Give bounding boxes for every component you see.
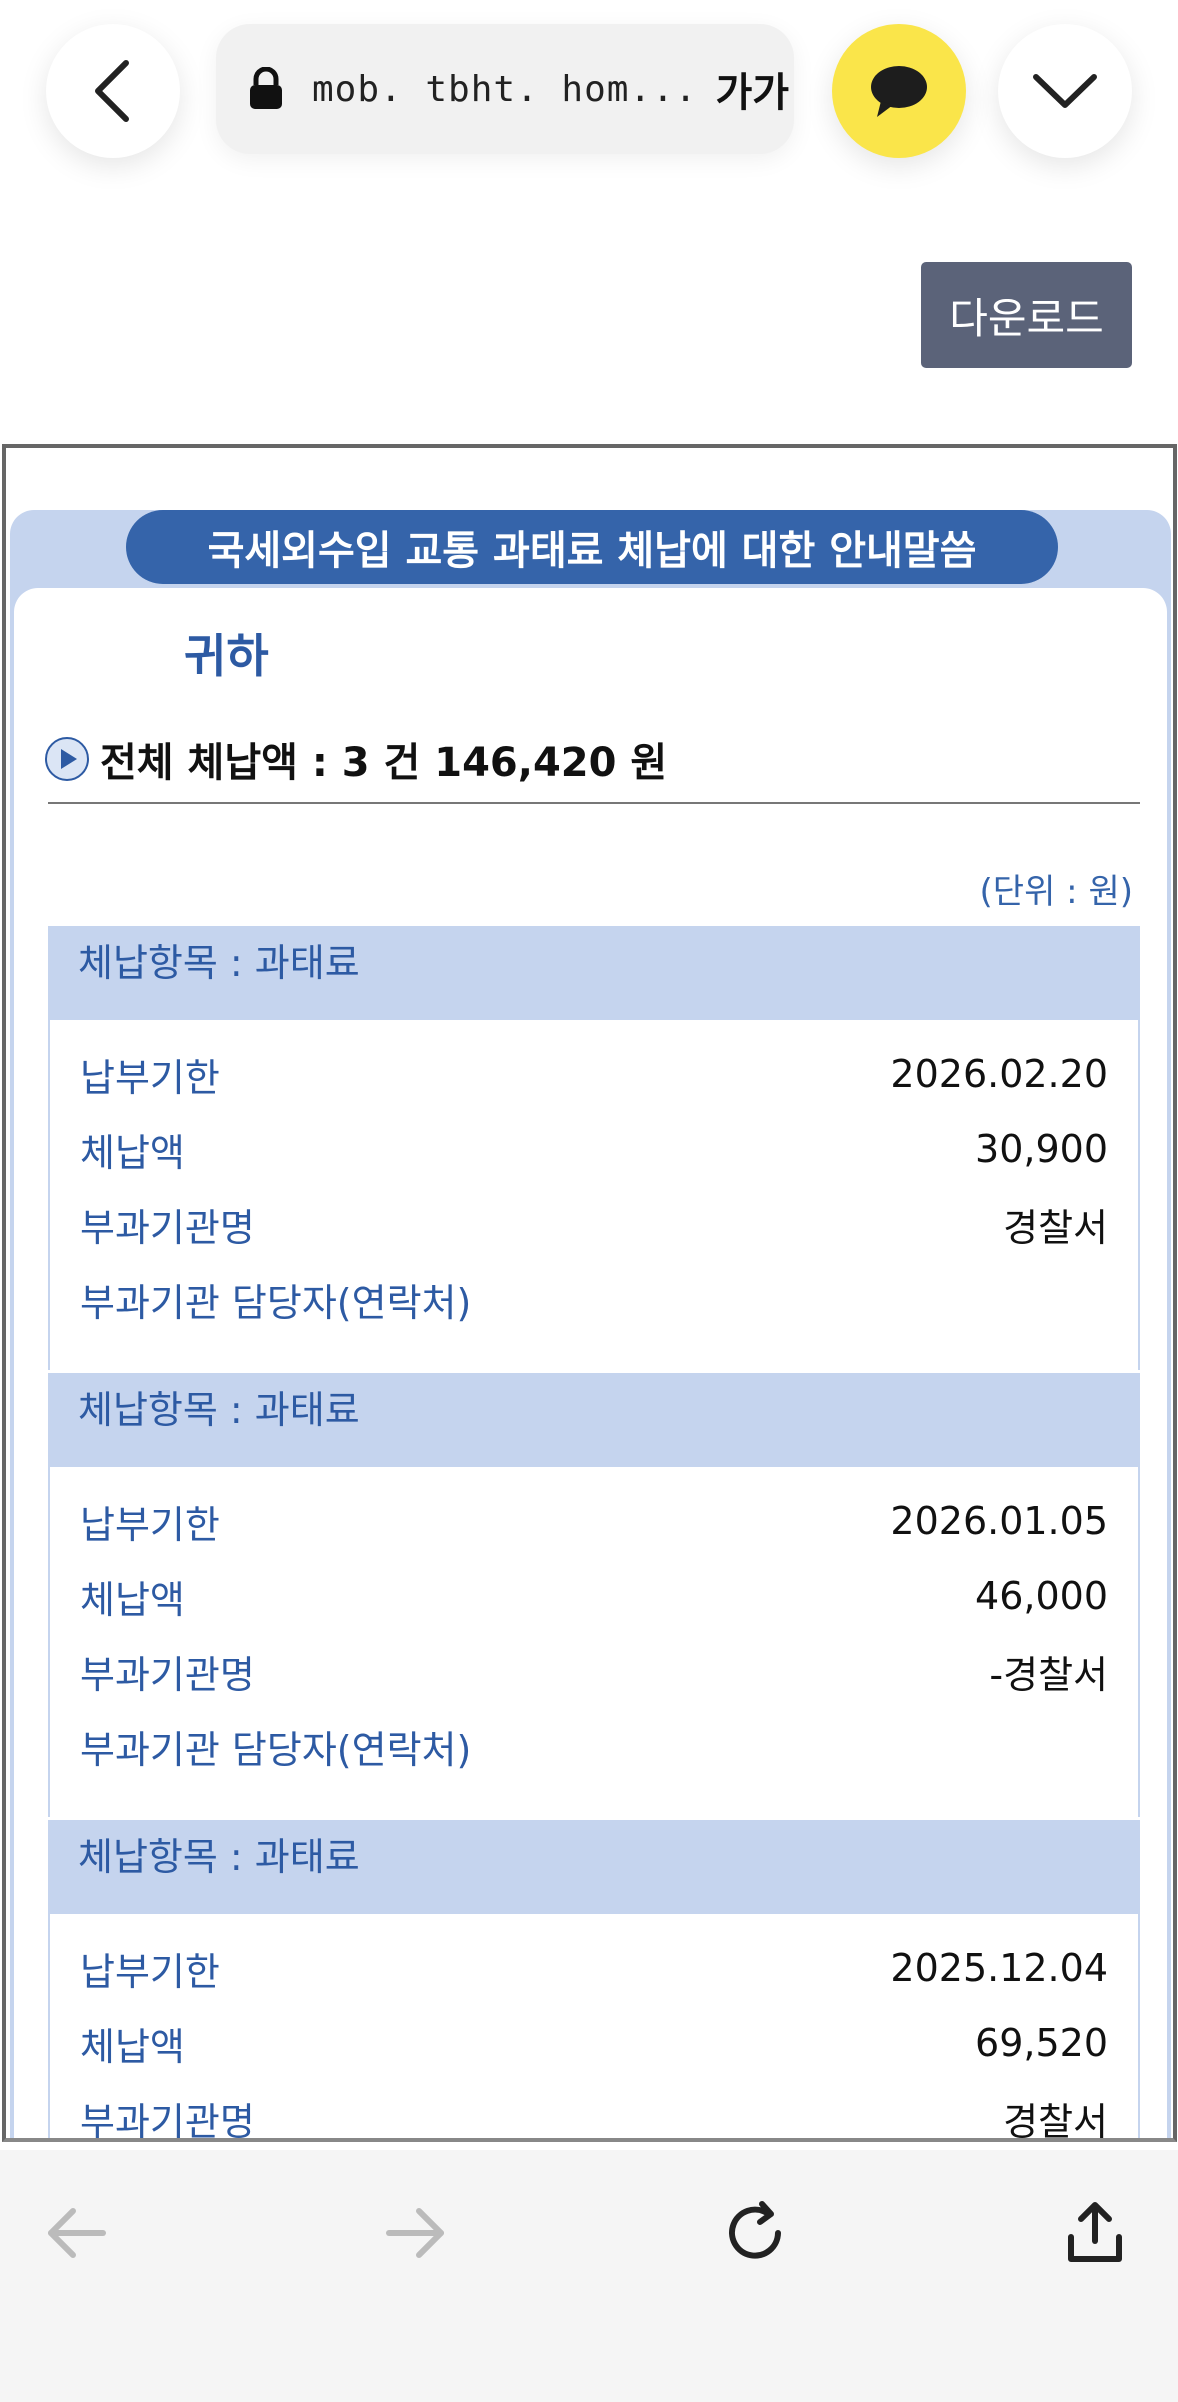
item-header: 체납항목 : 과태료 [48,926,1140,1020]
arrow-right-icon [386,2208,444,2258]
row-label: 부과기관 담당자(연락처) [80,1727,472,1772]
refresh-button[interactable] [720,2198,790,2268]
row-amount: 체납액 46,000 [80,1566,1108,1626]
row-due-date: 납부기한 2025.12.04 [80,1938,1108,1998]
row-label: 부과기관 담당자(연락처) [80,1280,472,1325]
recipient-label: 귀하 [184,629,269,683]
row-label: 체납액 [80,1130,185,1175]
item-header: 체납항목 : 과태료 [48,1820,1140,1914]
row-label: 체납액 [80,2024,185,2069]
row-value: 46,000 [975,1574,1108,1618]
row-agency: 부과기관명 경찰서 [80,2088,1108,2142]
item-header: 체납항목 : 과태료 [48,1373,1140,1467]
share-icon [1068,2202,1122,2262]
total-arrears-text: 전체 체납액 : 3 건 146,420 원 [100,740,668,786]
row-label: 부과기관명 [80,1652,255,1697]
nav-forward-button[interactable] [380,2198,450,2268]
row-amount: 체납액 69,520 [80,2013,1108,2073]
address-bar[interactable]: mob. tbht. hom... 가가 [216,24,794,154]
notice-title: 국세외수입 교통 과태료 체납에 대한 안내말씀 [126,510,1058,584]
arrow-left-icon [48,2208,106,2258]
row-value: 2026.02.20 [890,1052,1108,1096]
browser-top-bar: mob. tbht. hom... 가가 [0,0,1178,200]
row-label: 납부기한 [80,1949,220,1994]
item-body: 납부기한 2025.12.04 체납액 69,520 부과기관명 경찰서 [48,1914,1140,2142]
row-due-date: 납부기한 2026.01.05 [80,1491,1108,1551]
total-arrears-row: 전체 체납액 : 3 건 146,420 원 [44,730,667,788]
menu-button[interactable] [998,24,1132,158]
row-agency: 부과기관명 -경찰서 [80,1641,1108,1701]
font-size-button[interactable]: 가가 [715,60,789,118]
chevron-down-icon [1033,74,1097,108]
nav-back-button[interactable] [42,2198,112,2268]
row-label: 체납액 [80,1577,185,1622]
row-amount: 체납액 30,900 [80,1119,1108,1179]
row-contact: 부과기관 담당자(연락처) [80,1269,1108,1329]
browser-bottom-bar [0,2150,1178,2402]
download-button[interactable]: 다운로드 [921,262,1132,368]
lock-icon [250,67,282,109]
document-frame: 국세외수입 교통 과태료 체납에 대한 안내말씀 귀하 전체 체납액 : 3 건… [2,444,1177,2142]
refresh-icon [729,2201,781,2259]
row-contact: 부과기관 담당자(연락처) [80,1716,1108,1776]
row-value: -경찰서 [989,1652,1108,1697]
row-label: 부과기관명 [80,1205,255,1250]
speech-bubble-icon [871,66,927,117]
row-value: 30,900 [975,1127,1108,1171]
item-body: 납부기한 2026.01.05 체납액 46,000 부과기관명 -경찰서 부과… [48,1467,1140,1817]
row-label: 납부기한 [80,1055,220,1100]
row-label: 부과기관명 [80,2099,255,2142]
row-agency: 부과기관명 경찰서 [80,1194,1108,1254]
row-due-date: 납부기한 2026.02.20 [80,1044,1108,1104]
item-body: 납부기한 2026.02.20 체납액 30,900 부과기관명 경찰서 부과기… [48,1020,1140,1370]
share-button[interactable] [1060,2198,1130,2268]
url-text: mob. tbht. hom... [312,68,698,110]
play-bullet-icon [45,737,89,781]
divider [48,802,1140,804]
row-value: 2025.12.04 [890,1946,1108,1990]
row-value: 69,520 [975,2021,1108,2065]
row-value: 경찰서 [1003,2099,1108,2142]
row-value: 경찰서 [1003,1205,1108,1250]
kakao-chat-button[interactable] [832,24,966,158]
unit-label: (단위 : 원) [979,872,1133,912]
row-value: 2026.01.05 [890,1499,1108,1543]
row-label: 납부기한 [80,1502,220,1547]
back-button[interactable] [46,24,180,158]
chevron-left-icon [95,60,129,122]
